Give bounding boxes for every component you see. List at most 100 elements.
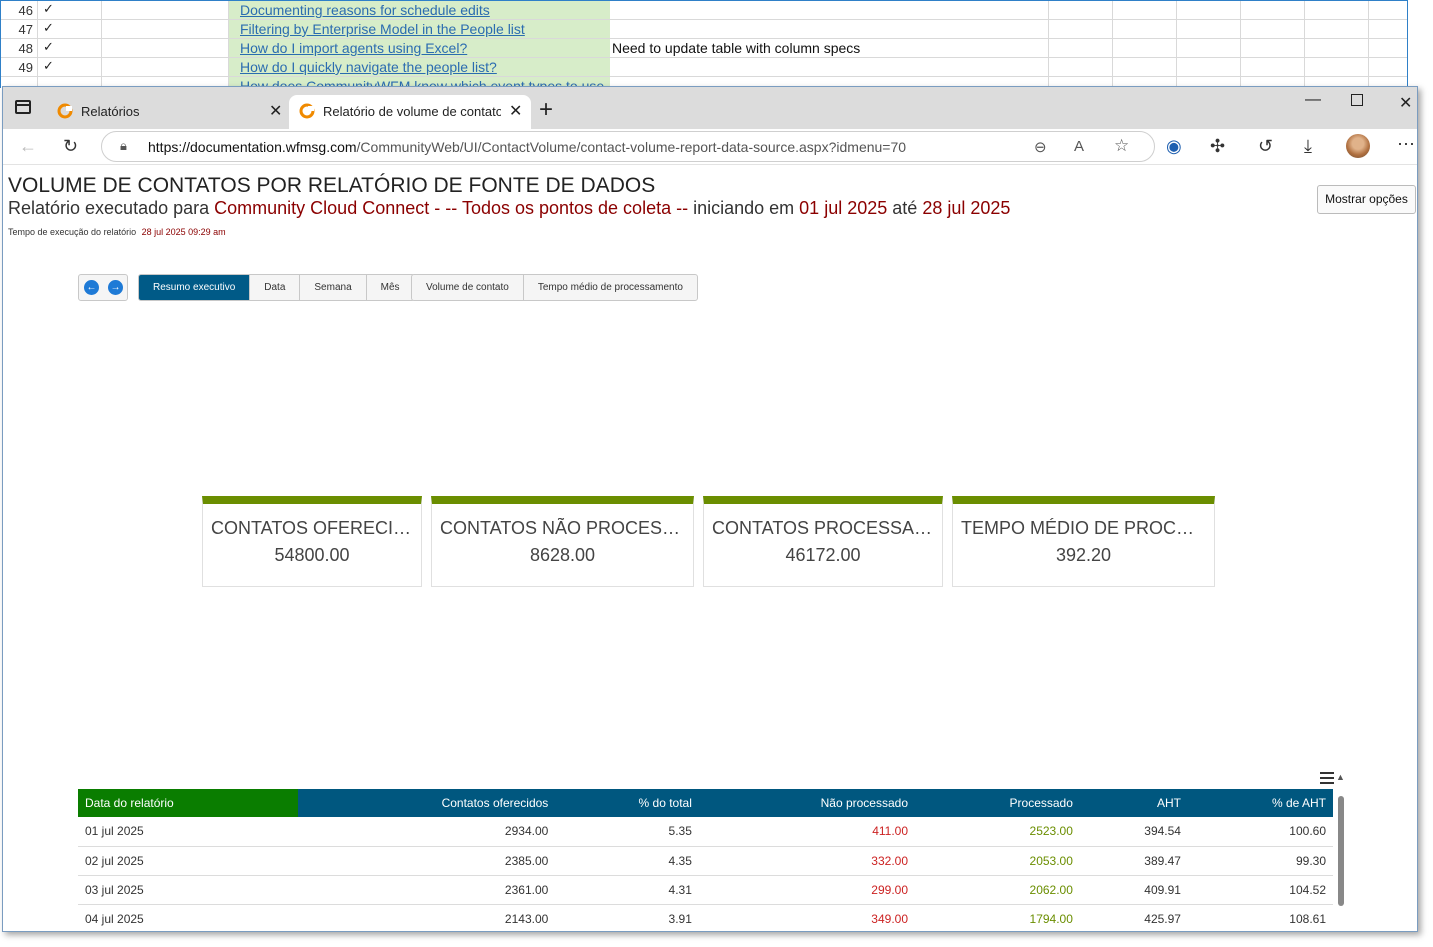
start-date: 01 jul 2025 <box>799 198 888 218</box>
close-tab-icon[interactable]: ✕ <box>509 101 522 121</box>
col-header[interactable]: Contatos oferecidos <box>298 789 556 817</box>
table-scrollbar[interactable] <box>1338 796 1344 906</box>
zoom-out-icon[interactable]: ⊖ <box>1034 138 1047 156</box>
table-cell: 100.60 <box>1187 817 1333 847</box>
org-name: Community Cloud Connect <box>214 198 430 218</box>
close-tab-icon[interactable]: ✕ <box>269 101 282 121</box>
tab-mes[interactable]: Mês <box>367 275 414 300</box>
view-tabs: Resumo executivo Data Semana Mês <box>138 274 415 301</box>
tab-tempo-medio[interactable]: Tempo médio de processamento <box>524 275 697 300</box>
address-bar[interactable]: 🔒︎ https://documentation.wfmsg.com/Commu… <box>101 131 1155 162</box>
tab-title: Relatórios <box>81 104 140 119</box>
tab-actions-icon[interactable] <box>15 100 31 114</box>
scroll-up-icon[interactable]: ▲ <box>1336 772 1345 782</box>
col-header[interactable]: % do total <box>555 789 699 817</box>
report-subtitle: Relatório executado para Community Cloud… <box>8 198 1011 218</box>
col-header[interactable]: AHT <box>1079 789 1188 817</box>
table-cell: 2385.00 <box>298 846 556 876</box>
profile-avatar[interactable] <box>1346 134 1370 158</box>
tab-resumo-executivo[interactable]: Resumo executivo <box>139 275 251 300</box>
table-cell: 03 jul 2025 <box>78 875 298 905</box>
table-cell: 299.00 <box>698 875 915 905</box>
table-cell: 389.47 <box>1079 846 1188 876</box>
kpi-card-processed: CONTATOS PROCESSADOS 46172.00 <box>703 496 943 587</box>
sheet-row: 47 ✓ Filtering by Enterprise Model in the … <box>1 20 1407 39</box>
table-cell: 411.00 <box>698 817 915 847</box>
site-favicon-icon <box>57 103 73 119</box>
refresh-icon[interactable]: ↻ <box>63 136 78 157</box>
sheet-link[interactable]: Documenting reasons for schedule edits <box>240 2 490 18</box>
navigation-bar: ← ↻ 🔒︎ https://documentation.wfmsg.com/C… <box>3 129 1417 165</box>
sheet-row: 49 ✓ How do I quickly navigate the people … <box>1 58 1407 77</box>
table-cell: 02 jul 2025 <box>78 846 298 876</box>
report-page: VOLUME DE CONTATOS POR RELATÓRIO DE FONT… <box>3 166 1417 931</box>
maximize-icon[interactable] <box>1351 94 1363 106</box>
table-menu-icon[interactable] <box>1320 772 1334 784</box>
password-manager-icon[interactable]: ◉ <box>1166 136 1182 157</box>
tab-title: Relatório de volume de contatos por font… <box>323 104 501 119</box>
sheet-link[interactable]: Filtering by Enterprise Model in the Peo… <box>240 21 525 37</box>
table-cell: 3.91 <box>555 904 699 931</box>
table-header-row: Data do relatório Contatos oferecidos % … <box>78 789 1333 817</box>
col-header[interactable]: Não processado <box>698 789 915 817</box>
sheet-row-number: 49 <box>18 60 33 75</box>
new-tab-icon[interactable]: + <box>539 96 553 124</box>
back-icon[interactable]: ← <box>19 136 37 157</box>
tab-relatorios[interactable]: Relatórios ✕ <box>47 95 287 129</box>
period-navigation: ← → <box>78 274 128 301</box>
report-table: Data do relatório Contatos oferecidos % … <box>78 789 1333 931</box>
check-icon: ✓ <box>43 20 54 35</box>
table-cell: 2934.00 <box>298 817 556 847</box>
sheet-row-number: 48 <box>18 41 33 56</box>
col-header[interactable]: Data do relatório <box>78 789 298 817</box>
tab-semana[interactable]: Semana <box>300 275 367 300</box>
close-window-icon[interactable]: ✕ <box>1399 93 1412 113</box>
tab-bar: Relatórios ✕ Relatório de volume de cont… <box>3 87 1417 129</box>
report-title: VOLUME DE CONTATOS POR RELATÓRIO DE FONT… <box>8 174 656 197</box>
sheet-link[interactable]: How do I quickly navigate the people lis… <box>240 59 497 75</box>
table-cell: 4.35 <box>555 846 699 876</box>
tab-data[interactable]: Data <box>250 275 301 300</box>
table-cell: 1794.00 <box>915 904 1080 931</box>
table-cell: 104.52 <box>1187 875 1333 905</box>
downloads-icon[interactable]: ⤓ <box>1304 136 1312 157</box>
history-icon[interactable]: ↺ <box>1258 136 1273 157</box>
table-cell: 04 jul 2025 <box>78 904 298 931</box>
sheet-link[interactable]: How do I import agents using Excel? <box>240 40 467 56</box>
table-cell: 2053.00 <box>915 846 1080 876</box>
browser-window: Relatórios ✕ Relatório de volume de cont… <box>2 86 1418 932</box>
table-cell: 425.97 <box>1079 904 1188 931</box>
sheet-row-number: 47 <box>18 22 33 37</box>
url-text: https://documentation.wfmsg.com/Communit… <box>148 139 907 155</box>
kpi-card-not-processed: CONTATOS NÃO PROCESSADOS 8628.00 <box>431 496 694 587</box>
more-icon[interactable]: ⋯ <box>1397 134 1415 155</box>
table-cell: 4.31 <box>555 875 699 905</box>
favorite-icon[interactable]: ☆ <box>1114 136 1129 156</box>
col-header[interactable]: Processado <box>915 789 1080 817</box>
sheet-row: 46 ✓ Documenting reasons for schedule edit… <box>1 1 1407 20</box>
tab-volume-de-contato[interactable]: Volume de contato <box>412 275 524 300</box>
previous-period-icon[interactable]: ← <box>84 280 99 295</box>
table-cell: 01 jul 2025 <box>78 817 298 847</box>
lock-icon: 🔒︎ <box>120 138 127 153</box>
minimize-icon[interactable]: — <box>1305 91 1321 109</box>
collection-points: - -- Todos os pontos de coleta -- <box>434 198 689 218</box>
check-icon: ✓ <box>43 58 54 73</box>
table-row: 01 jul 2025 2934.00 5.35 411.00 2523.00 394.5… <box>78 817 1333 847</box>
col-header[interactable]: % de AHT <box>1187 789 1333 817</box>
table-row: 02 jul 2025 2385.00 4.35 332.00 2053.00 389.4… <box>78 846 1333 876</box>
read-aloud-icon[interactable]: A <box>1074 138 1084 155</box>
table-cell: 99.30 <box>1187 846 1333 876</box>
tab-contact-volume[interactable]: Relatório de volume de contatos por font… <box>289 95 531 129</box>
show-options-button[interactable]: Mostrar opções <box>1317 185 1416 214</box>
site-favicon-icon <box>299 103 315 119</box>
check-icon: ✓ <box>43 1 54 16</box>
table-cell: 2062.00 <box>915 875 1080 905</box>
table-cell: 394.54 <box>1079 817 1188 847</box>
check-icon: ✓ <box>43 39 54 54</box>
table-row: 04 jul 2025 2143.00 3.91 349.00 1794.00 425.9… <box>78 904 1333 931</box>
extensions-icon[interactable]: ✣ <box>1210 136 1225 157</box>
table-row: 03 jul 2025 2361.00 4.31 299.00 2062.00 409.9… <box>78 875 1333 905</box>
next-period-icon[interactable]: → <box>108 280 123 295</box>
sheet-row: 48 ✓ How do I import agents using Excel? Ne… <box>1 39 1407 58</box>
